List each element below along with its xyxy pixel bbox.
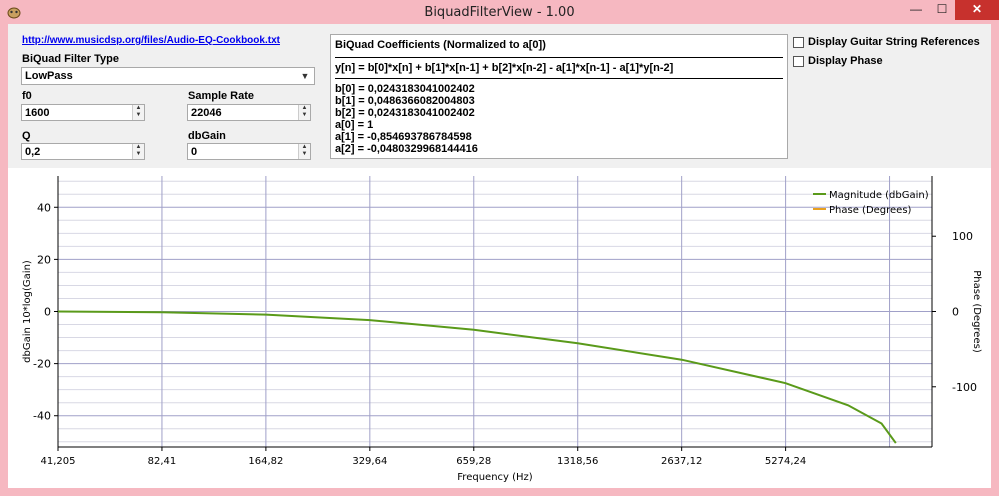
- y2-axis-label: Phase (Degrees): [971, 270, 982, 353]
- sample-rate-spin-buttons: ▲ ▼: [298, 105, 310, 120]
- f0-label: f0: [22, 90, 32, 102]
- spin-up-icon[interactable]: ▲: [133, 105, 144, 112]
- difference-equation: y[n] = b[0]*x[n] + b[1]*x[n-1] + b[2]*x[…: [335, 62, 674, 74]
- checkbox-box[interactable]: [793, 37, 804, 48]
- divider: [335, 57, 783, 58]
- coefficient-line: b[0] = 0,0243183041002402: [335, 83, 475, 95]
- close-button[interactable]: ✕: [955, 0, 999, 20]
- y2-tick-label: 100: [952, 230, 973, 243]
- display-phase-checkbox[interactable]: Display Phase: [793, 55, 983, 69]
- dbgain-value: 0: [191, 146, 198, 158]
- y2-tick-label: -100: [952, 381, 977, 394]
- coefficient-line: b[1] = 0,0486366082004803: [335, 95, 475, 107]
- frequency-response-chart: 40 20 0 -20 -40 100 0 -100 41,205 82,41 164,82 329,…: [8, 168, 991, 488]
- y-tick-label: 40: [37, 201, 51, 214]
- chart-svg: 40 20 0 -20 -40 100 0 -100 41,205 82,41 164,82 329,…: [22, 176, 982, 483]
- divider: [335, 78, 783, 79]
- x-tick-label: 2637,12: [661, 456, 702, 467]
- window-frame-bottom: [0, 488, 999, 496]
- y-tick-label: -40: [33, 410, 51, 423]
- f0-value: 1600: [25, 107, 50, 119]
- magnitude-series-line: [57, 310, 897, 444]
- q-label: Q: [22, 130, 31, 142]
- coefficient-line: a[2] = -0,0480329968144416: [335, 143, 478, 155]
- coefficients-heading: BiQuad Coefficients (Normalized to a[0]): [335, 39, 546, 51]
- x-axis-label: Frequency (Hz): [457, 472, 533, 483]
- sample-rate-label: Sample Rate: [188, 90, 255, 102]
- spin-down-icon[interactable]: ▼: [299, 112, 310, 119]
- spin-down-icon[interactable]: ▼: [133, 151, 144, 158]
- dbgain-stepper[interactable]: 0 ▲ ▼: [187, 143, 311, 160]
- cookbook-link[interactable]: http://www.musicdsp.org/files/Audio-EQ-C…: [22, 35, 280, 46]
- window-frame-left: [0, 24, 8, 496]
- x-tick-label: 1318,56: [557, 456, 598, 467]
- sample-rate-stepper[interactable]: 22046 ▲ ▼: [187, 104, 311, 121]
- x-tick-label: 5274,24: [765, 456, 806, 467]
- filter-type-value: LowPass: [25, 70, 73, 82]
- legend-magnitude-label: Magnitude (dbGain): [829, 190, 929, 201]
- window-frame-right: [991, 24, 999, 496]
- window-title: BiquadFilterView - 1.00: [424, 5, 575, 20]
- checkbox-box[interactable]: [793, 56, 804, 67]
- y-axis-label: dbGain 10*log(Gain): [22, 260, 33, 363]
- spin-down-icon[interactable]: ▼: [133, 112, 144, 119]
- x-tick-label: 41,205: [41, 456, 76, 467]
- coefficient-line: a[0] = 1: [335, 119, 374, 131]
- guitar-strings-checkbox[interactable]: Display Guitar String References: [793, 36, 983, 50]
- y2-tick-label: 0: [952, 306, 959, 319]
- f0-stepper[interactable]: 1600 ▲ ▼: [21, 104, 145, 121]
- y-tick-label: 20: [37, 253, 51, 266]
- sample-rate-value: 22046: [191, 107, 222, 119]
- coefficients-panel[interactable]: BiQuad Coefficients (Normalized to a[0])…: [330, 34, 788, 159]
- x-tick-label: 82,41: [148, 456, 177, 467]
- x-tick-label: 164,82: [248, 456, 283, 467]
- legend-phase-label: Phase (Degrees): [829, 205, 912, 216]
- coefficient-line: b[2] = 0,0243183041002402: [335, 107, 475, 119]
- q-spin-buttons: ▲ ▼: [132, 144, 144, 159]
- spin-down-icon[interactable]: ▼: [299, 151, 310, 158]
- q-stepper[interactable]: 0,2 ▲ ▼: [21, 143, 145, 160]
- display-phase-label: Display Phase: [808, 55, 883, 67]
- x-tick-label: 329,64: [352, 456, 387, 467]
- chevron-down-icon[interactable]: ▼: [298, 69, 312, 83]
- maximize-button[interactable]: ☐: [929, 0, 955, 20]
- title-bar: BiquadFilterView - 1.00 — ☐ ✕: [0, 0, 999, 24]
- q-value: 0,2: [25, 146, 41, 158]
- y-tick-label: 0: [44, 306, 51, 319]
- y-tick-label: -20: [33, 358, 51, 371]
- dbgain-spin-buttons: ▲ ▼: [298, 144, 310, 159]
- guitar-strings-label: Display Guitar String References: [808, 36, 980, 48]
- f0-spin-buttons: ▲ ▼: [132, 105, 144, 120]
- spin-up-icon[interactable]: ▲: [299, 105, 310, 112]
- spin-up-icon[interactable]: ▲: [133, 144, 144, 151]
- filter-type-select[interactable]: LowPass ▼: [21, 67, 315, 85]
- dbgain-label: dbGain: [188, 130, 226, 142]
- x-tick-label: 659,28: [456, 456, 491, 467]
- spin-up-icon[interactable]: ▲: [299, 144, 310, 151]
- filter-type-label: BiQuad Filter Type: [22, 53, 119, 65]
- minimize-button[interactable]: —: [903, 0, 929, 20]
- coefficient-line: a[1] = -0,854693786784598: [335, 131, 472, 143]
